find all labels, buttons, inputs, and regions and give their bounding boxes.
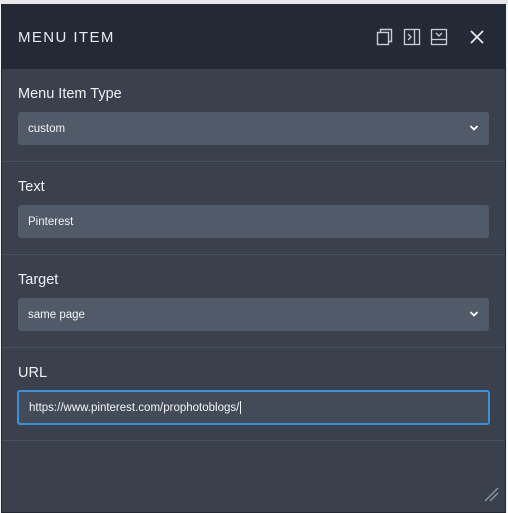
- target-label: Target: [18, 272, 59, 288]
- url-value: https://www.pinterest.com/prophotoblogs/: [29, 401, 240, 414]
- duplicate-icon[interactable]: [375, 27, 395, 47]
- chevron-down-icon: [469, 123, 479, 136]
- target-section: Target same page: [2, 255, 505, 348]
- target-select[interactable]: same page: [18, 298, 489, 331]
- menu-item-type-select[interactable]: custom: [18, 112, 489, 145]
- url-input[interactable]: https://www.pinterest.com/prophotoblogs/: [17, 390, 490, 425]
- text-label: Text: [18, 179, 45, 195]
- resize-handle-icon[interactable]: [483, 486, 499, 507]
- panel-title: MENU ITEM: [18, 28, 115, 46]
- target-value: same page: [28, 308, 85, 321]
- menu-item-type-label: Menu Item Type: [18, 86, 122, 102]
- header-actions: [368, 27, 487, 47]
- menu-item-type-section: Menu Item Type custom: [2, 69, 505, 162]
- menu-item-type-value: custom: [28, 122, 66, 135]
- close-icon[interactable]: [467, 27, 487, 47]
- url-section: URL https://www.pinterest.com/prophotobl…: [2, 348, 505, 441]
- text-input[interactable]: Pinterest: [18, 205, 489, 238]
- text-section: Text Pinterest: [2, 162, 505, 255]
- text-caret: [240, 401, 242, 414]
- dock-bottom-icon[interactable]: [429, 27, 449, 47]
- panel-header[interactable]: MENU ITEM: [2, 5, 505, 69]
- url-label: URL: [18, 365, 48, 381]
- chevron-down-icon: [469, 309, 479, 322]
- dock-right-icon[interactable]: [402, 27, 422, 47]
- text-value: Pinterest: [28, 215, 74, 228]
- menu-item-panel: MENU ITEM Menu Item Type custom Text Pin…: [1, 4, 506, 513]
